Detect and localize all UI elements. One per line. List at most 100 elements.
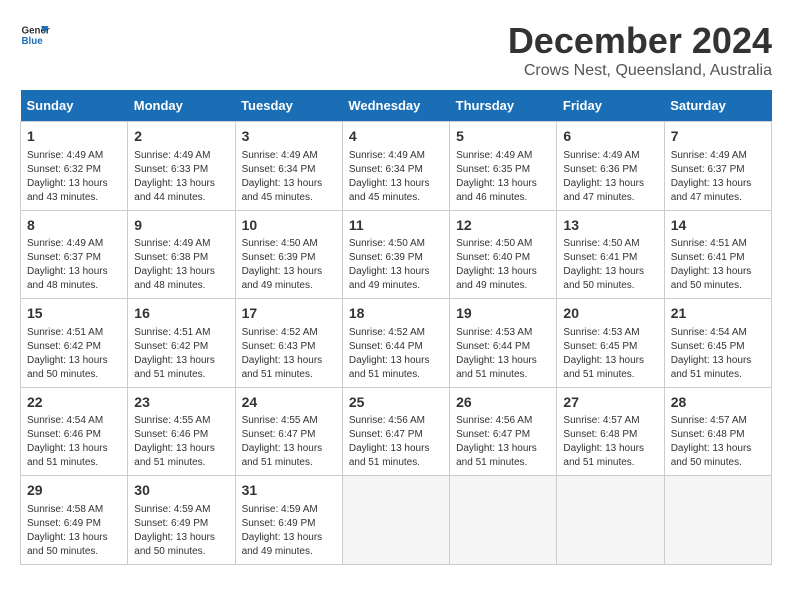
day-info: Sunrise: 4:58 AM Sunset: 6:49 PM Dayligh… <box>27 503 121 559</box>
calendar-cell: 29Sunrise: 4:58 AM Sunset: 6:49 PM Dayli… <box>21 476 128 565</box>
title-section: December 2024 Crows Nest, Queensland, Au… <box>508 20 772 80</box>
day-number: 15 <box>27 304 121 324</box>
calendar-cell: 2Sunrise: 4:49 AM Sunset: 6:33 PM Daylig… <box>128 122 235 211</box>
day-number: 27 <box>563 393 657 413</box>
day-info: Sunrise: 4:49 AM Sunset: 6:35 PM Dayligh… <box>456 149 550 205</box>
day-info: Sunrise: 4:57 AM Sunset: 6:48 PM Dayligh… <box>671 414 765 470</box>
col-thursday: Thursday <box>450 90 557 122</box>
day-number: 19 <box>456 304 550 324</box>
calendar-cell: 5Sunrise: 4:49 AM Sunset: 6:35 PM Daylig… <box>450 122 557 211</box>
day-number: 10 <box>242 216 336 236</box>
logo-icon: General Blue <box>20 20 50 50</box>
calendar-cell: 16Sunrise: 4:51 AM Sunset: 6:42 PM Dayli… <box>128 299 235 388</box>
day-info: Sunrise: 4:51 AM Sunset: 6:42 PM Dayligh… <box>27 326 121 382</box>
day-info: Sunrise: 4:55 AM Sunset: 6:47 PM Dayligh… <box>242 414 336 470</box>
day-info: Sunrise: 4:54 AM Sunset: 6:46 PM Dayligh… <box>27 414 121 470</box>
calendar-table: Sunday Monday Tuesday Wednesday Thursday… <box>20 90 772 565</box>
header-row: Sunday Monday Tuesday Wednesday Thursday… <box>21 90 772 122</box>
calendar-cell: 15Sunrise: 4:51 AM Sunset: 6:42 PM Dayli… <box>21 299 128 388</box>
calendar-cell: 14Sunrise: 4:51 AM Sunset: 6:41 PM Dayli… <box>664 210 771 299</box>
day-info: Sunrise: 4:49 AM Sunset: 6:37 PM Dayligh… <box>671 149 765 205</box>
day-info: Sunrise: 4:54 AM Sunset: 6:45 PM Dayligh… <box>671 326 765 382</box>
day-number: 18 <box>349 304 443 324</box>
day-info: Sunrise: 4:51 AM Sunset: 6:41 PM Dayligh… <box>671 237 765 293</box>
day-info: Sunrise: 4:52 AM Sunset: 6:44 PM Dayligh… <box>349 326 443 382</box>
calendar-row-4: 22Sunrise: 4:54 AM Sunset: 6:46 PM Dayli… <box>21 387 772 476</box>
day-info: Sunrise: 4:49 AM Sunset: 6:32 PM Dayligh… <box>27 149 121 205</box>
calendar-cell: 4Sunrise: 4:49 AM Sunset: 6:34 PM Daylig… <box>342 122 449 211</box>
day-number: 28 <box>671 393 765 413</box>
day-info: Sunrise: 4:52 AM Sunset: 6:43 PM Dayligh… <box>242 326 336 382</box>
calendar-cell: 7Sunrise: 4:49 AM Sunset: 6:37 PM Daylig… <box>664 122 771 211</box>
day-info: Sunrise: 4:55 AM Sunset: 6:46 PM Dayligh… <box>134 414 228 470</box>
col-friday: Friday <box>557 90 664 122</box>
calendar-cell: 11Sunrise: 4:50 AM Sunset: 6:39 PM Dayli… <box>342 210 449 299</box>
day-number: 13 <box>563 216 657 236</box>
header: General Blue December 2024 Crows Nest, Q… <box>20 20 772 80</box>
calendar-row-1: 1Sunrise: 4:49 AM Sunset: 6:32 PM Daylig… <box>21 122 772 211</box>
day-info: Sunrise: 4:59 AM Sunset: 6:49 PM Dayligh… <box>242 503 336 559</box>
calendar-cell: 21Sunrise: 4:54 AM Sunset: 6:45 PM Dayli… <box>664 299 771 388</box>
calendar-cell: 10Sunrise: 4:50 AM Sunset: 6:39 PM Dayli… <box>235 210 342 299</box>
calendar-cell: 19Sunrise: 4:53 AM Sunset: 6:44 PM Dayli… <box>450 299 557 388</box>
calendar-row-5: 29Sunrise: 4:58 AM Sunset: 6:49 PM Dayli… <box>21 476 772 565</box>
calendar-cell: 28Sunrise: 4:57 AM Sunset: 6:48 PM Dayli… <box>664 387 771 476</box>
calendar-cell: 12Sunrise: 4:50 AM Sunset: 6:40 PM Dayli… <box>450 210 557 299</box>
calendar-cell: 25Sunrise: 4:56 AM Sunset: 6:47 PM Dayli… <box>342 387 449 476</box>
svg-text:Blue: Blue <box>22 36 44 47</box>
day-info: Sunrise: 4:50 AM Sunset: 6:39 PM Dayligh… <box>242 237 336 293</box>
day-info: Sunrise: 4:49 AM Sunset: 6:37 PM Dayligh… <box>27 237 121 293</box>
calendar-row-2: 8Sunrise: 4:49 AM Sunset: 6:37 PM Daylig… <box>21 210 772 299</box>
calendar-cell: 22Sunrise: 4:54 AM Sunset: 6:46 PM Dayli… <box>21 387 128 476</box>
day-info: Sunrise: 4:57 AM Sunset: 6:48 PM Dayligh… <box>563 414 657 470</box>
day-info: Sunrise: 4:56 AM Sunset: 6:47 PM Dayligh… <box>349 414 443 470</box>
day-number: 29 <box>27 481 121 501</box>
calendar-cell: 9Sunrise: 4:49 AM Sunset: 6:38 PM Daylig… <box>128 210 235 299</box>
day-number: 9 <box>134 216 228 236</box>
calendar-cell: 6Sunrise: 4:49 AM Sunset: 6:36 PM Daylig… <box>557 122 664 211</box>
day-number: 22 <box>27 393 121 413</box>
calendar-cell: 1Sunrise: 4:49 AM Sunset: 6:32 PM Daylig… <box>21 122 128 211</box>
logo: General Blue <box>20 20 50 50</box>
calendar-cell: 20Sunrise: 4:53 AM Sunset: 6:45 PM Dayli… <box>557 299 664 388</box>
day-number: 31 <box>242 481 336 501</box>
calendar-cell <box>557 476 664 565</box>
col-sunday: Sunday <box>21 90 128 122</box>
day-number: 25 <box>349 393 443 413</box>
day-number: 4 <box>349 127 443 147</box>
day-info: Sunrise: 4:53 AM Sunset: 6:44 PM Dayligh… <box>456 326 550 382</box>
day-info: Sunrise: 4:59 AM Sunset: 6:49 PM Dayligh… <box>134 503 228 559</box>
day-number: 12 <box>456 216 550 236</box>
calendar-cell: 8Sunrise: 4:49 AM Sunset: 6:37 PM Daylig… <box>21 210 128 299</box>
day-number: 17 <box>242 304 336 324</box>
day-number: 30 <box>134 481 228 501</box>
calendar-cell: 18Sunrise: 4:52 AM Sunset: 6:44 PM Dayli… <box>342 299 449 388</box>
day-number: 11 <box>349 216 443 236</box>
calendar-cell: 30Sunrise: 4:59 AM Sunset: 6:49 PM Dayli… <box>128 476 235 565</box>
day-number: 14 <box>671 216 765 236</box>
day-number: 5 <box>456 127 550 147</box>
calendar-cell <box>664 476 771 565</box>
day-number: 7 <box>671 127 765 147</box>
day-number: 16 <box>134 304 228 324</box>
calendar-cell: 31Sunrise: 4:59 AM Sunset: 6:49 PM Dayli… <box>235 476 342 565</box>
day-info: Sunrise: 4:49 AM Sunset: 6:34 PM Dayligh… <box>242 149 336 205</box>
col-saturday: Saturday <box>664 90 771 122</box>
day-number: 2 <box>134 127 228 147</box>
day-number: 6 <box>563 127 657 147</box>
day-number: 3 <box>242 127 336 147</box>
day-number: 23 <box>134 393 228 413</box>
calendar-title: December 2024 <box>508 20 772 62</box>
day-info: Sunrise: 4:50 AM Sunset: 6:40 PM Dayligh… <box>456 237 550 293</box>
day-info: Sunrise: 4:53 AM Sunset: 6:45 PM Dayligh… <box>563 326 657 382</box>
day-info: Sunrise: 4:49 AM Sunset: 6:33 PM Dayligh… <box>134 149 228 205</box>
day-number: 20 <box>563 304 657 324</box>
calendar-cell: 17Sunrise: 4:52 AM Sunset: 6:43 PM Dayli… <box>235 299 342 388</box>
day-info: Sunrise: 4:49 AM Sunset: 6:38 PM Dayligh… <box>134 237 228 293</box>
calendar-cell: 24Sunrise: 4:55 AM Sunset: 6:47 PM Dayli… <box>235 387 342 476</box>
calendar-cell: 27Sunrise: 4:57 AM Sunset: 6:48 PM Dayli… <box>557 387 664 476</box>
calendar-cell: 26Sunrise: 4:56 AM Sunset: 6:47 PM Dayli… <box>450 387 557 476</box>
day-number: 8 <box>27 216 121 236</box>
day-info: Sunrise: 4:49 AM Sunset: 6:34 PM Dayligh… <box>349 149 443 205</box>
calendar-cell: 23Sunrise: 4:55 AM Sunset: 6:46 PM Dayli… <box>128 387 235 476</box>
